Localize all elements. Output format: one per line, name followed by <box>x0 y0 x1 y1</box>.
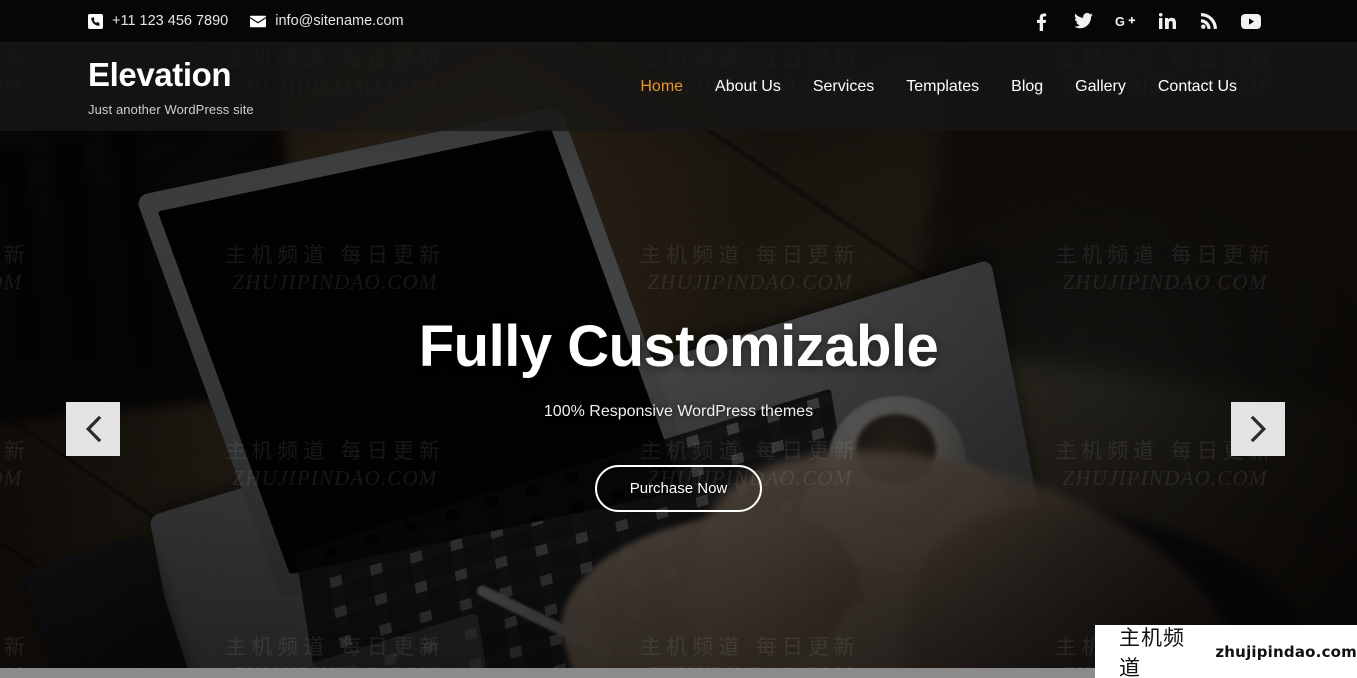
email-contact[interactable]: info@sitename.com <box>250 13 404 29</box>
facebook-icon[interactable] <box>1031 11 1051 31</box>
nav-item-home[interactable]: Home <box>624 42 699 131</box>
carousel-prev-button[interactable] <box>66 402 120 456</box>
youtube-icon[interactable] <box>1241 11 1261 31</box>
phone-icon <box>88 13 103 29</box>
nav-item-blog[interactable]: Blog <box>995 42 1059 131</box>
envelope-icon <box>250 15 267 28</box>
nav-item-templates[interactable]: Templates <box>890 42 995 131</box>
site-title: Elevation <box>88 56 232 93</box>
site-tagline: Just another WordPress site <box>88 102 254 117</box>
site-header: Elevation Just another WordPress site Ho… <box>0 42 1357 131</box>
badge-chinese-text: 主机频道 <box>1119 625 1185 678</box>
email-address: info@sitename.com <box>275 13 404 29</box>
rss-icon[interactable] <box>1199 11 1219 31</box>
carousel-next-button[interactable] <box>1231 402 1285 456</box>
watermark-badge: 主机频道 zhujipindao.com <box>1095 625 1357 678</box>
nav-item-contact-us[interactable]: Contact Us <box>1142 42 1253 131</box>
nav-item-services[interactable]: Services <box>797 42 890 131</box>
nav-item-gallery[interactable]: Gallery <box>1059 42 1142 131</box>
hero-slide-content: Fully Customizable 100% Responsive WordP… <box>0 131 1357 678</box>
social-links-group: G <box>1031 0 1261 42</box>
purchase-now-button[interactable]: Purchase Now <box>594 465 763 512</box>
nav-item-about-us[interactable]: About Us <box>699 42 797 131</box>
chevron-right-icon <box>1250 416 1267 442</box>
linkedin-icon[interactable] <box>1157 11 1177 31</box>
phone-number: +11 123 456 7890 <box>112 13 229 29</box>
contact-info-group: +11 123 456 7890 info@sitename.com <box>88 13 404 29</box>
chevron-left-icon <box>85 416 102 442</box>
google-plus-icon[interactable]: G <box>1115 11 1135 31</box>
hero-subtitle: 100% Responsive WordPress themes <box>543 403 814 420</box>
site-branding[interactable]: Elevation Just another WordPress site <box>88 58 254 117</box>
page-root: 主机频道 每日更新ZHUJIPINDAO.COM主机频道 每日更新ZHUJIPI… <box>0 0 1357 678</box>
badge-domain-text: zhujipindao.com <box>1215 642 1357 661</box>
twitter-icon[interactable] <box>1073 11 1093 31</box>
svg-text:G: G <box>1115 14 1125 29</box>
top-contact-bar: +11 123 456 7890 info@sitename.com G <box>0 0 1357 42</box>
hero-title: Fully Customizable <box>418 314 939 379</box>
phone-contact[interactable]: +11 123 456 7890 <box>88 13 228 29</box>
main-navigation: Home About Us Services Templates Blog Gallery… <box>624 42 1253 131</box>
